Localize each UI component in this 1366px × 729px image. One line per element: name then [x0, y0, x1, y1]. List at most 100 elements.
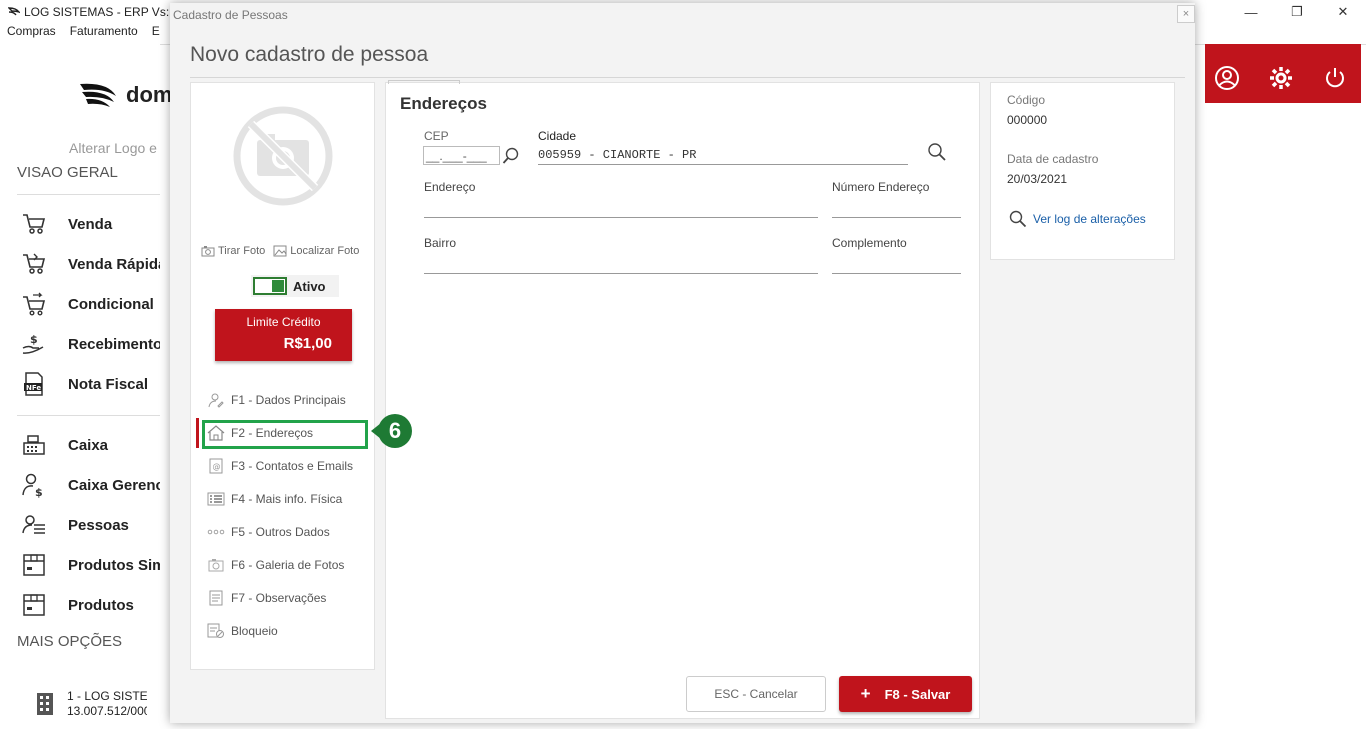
section-more: MAIS OPÇÕES [17, 633, 123, 650]
cidade-search-icon[interactable] [926, 141, 948, 163]
page-title: Novo cadastro de pessoa [190, 43, 429, 66]
nav-caixa-gerencial[interactable]: $ Caixa Gerencial [20, 472, 160, 498]
tab-mais-info[interactable]: F4 - Mais info. Física [207, 489, 342, 509]
user-money-icon: $ [20, 472, 48, 498]
data-cadastro-label: Data de cadastro [1007, 152, 1099, 166]
alter-logo-link[interactable]: Alterar Logo e [69, 140, 157, 156]
gear-icon[interactable] [1267, 64, 1295, 92]
codigo-label: Código [1007, 93, 1046, 107]
toggle-switch[interactable] [253, 277, 287, 295]
power-icon[interactable] [1321, 64, 1349, 92]
nav-pessoas[interactable]: Pessoas [20, 512, 160, 538]
plus-icon: + [860, 684, 871, 703]
tab-dados-principais[interactable]: F1 - Dados Principais [207, 390, 346, 410]
cidade-input[interactable]: 005959 - CIANORTE - PR [538, 148, 696, 162]
company-logo: dom [78, 80, 172, 110]
no-photo-icon[interactable] [233, 106, 333, 206]
restore-button[interactable]: ❐ [1274, 0, 1320, 24]
bairro-label: Bairro [424, 236, 457, 250]
company-doc: 13.007.512/0001 [67, 704, 147, 718]
close-button[interactable]: ✕ [1320, 0, 1366, 24]
menu-faturamento[interactable]: Faturamento [70, 24, 138, 42]
user-icon[interactable] [1213, 64, 1241, 92]
complemento-input[interactable] [832, 273, 961, 274]
status-label: Ativo [293, 278, 326, 294]
active-tab-indicator [196, 418, 199, 448]
modal-close-button[interactable]: × [1177, 5, 1195, 23]
nav-venda-rapida[interactable]: Venda Rápida [20, 251, 160, 277]
step-highlight-box [202, 420, 368, 449]
nav-condicional[interactable]: Condicional [20, 291, 160, 317]
cep-input[interactable]: __.___-___ [423, 146, 500, 165]
find-photo-label: Localizar Foto [290, 245, 360, 257]
nav-label: Caixa [68, 436, 109, 454]
nav-nota-fiscal[interactable]: NFe Nota Fiscal [20, 371, 160, 397]
photo-actions: Tirar Foto Localizar Foto [201, 245, 359, 257]
contact-icon: @ [207, 458, 225, 474]
tab-galeria[interactable]: F6 - Galeria de Fotos [207, 555, 344, 575]
menu-compras[interactable]: Compras [7, 24, 56, 42]
section-divider [17, 415, 160, 416]
menu-e[interactable]: E [152, 24, 160, 42]
tab-observacoes[interactable]: F7 - Observações [207, 588, 326, 608]
notes-icon [207, 590, 225, 606]
bairro-input[interactable] [424, 273, 818, 274]
step-number: 6 [388, 418, 402, 443]
cancel-button[interactable]: ESC - Cancelar [686, 676, 826, 712]
complemento-label: Complemento [832, 236, 907, 250]
search-icon [1009, 210, 1027, 228]
box-icon [20, 552, 48, 578]
tab-outros-dados[interactable]: F5 - Outros Dados [207, 522, 330, 542]
take-photo-button[interactable]: Tirar Foto [201, 245, 265, 257]
find-photo-button[interactable]: Localizar Foto [273, 245, 359, 257]
tab-label: F7 - Observações [231, 591, 327, 605]
save-button[interactable]: + F8 - Salvar [839, 676, 972, 712]
address-panel: Endereços CEP __.___-___ Cidade 005959 -… [385, 80, 980, 719]
take-photo-label: Tirar Foto [218, 245, 266, 257]
svg-text:$: $ [30, 333, 38, 346]
building-icon [37, 693, 53, 715]
numero-input[interactable] [832, 217, 961, 218]
logo-text: dom [126, 82, 173, 107]
nav-label: Pessoas [68, 516, 129, 534]
nav-caixa[interactable]: Caixa [20, 432, 160, 458]
cidade-underline [538, 164, 908, 165]
app-title-text: LOG SISTEMAS - ERP Vs: 4.2 [24, 5, 190, 19]
info-panel: Código 000000 Data de cadastro 20/03/202… [990, 82, 1175, 260]
log-link[interactable]: Ver log de alterações [1009, 210, 1146, 228]
panel-tab-edge [388, 80, 460, 84]
nav-produtos[interactable]: Produtos [20, 592, 160, 618]
logo-swoosh-icon [80, 83, 116, 107]
nav-label: Caixa Gerencial [68, 476, 160, 494]
tab-label: F6 - Galeria de Fotos [231, 558, 345, 572]
endereco-input[interactable] [424, 217, 818, 218]
tab-contatos[interactable]: @ F3 - Contatos e Emails [207, 456, 353, 476]
nav-recebimento[interactable]: $ Recebimento [20, 331, 160, 357]
nfe-icon: NFe [20, 371, 48, 397]
nav-label: Nota Fiscal [68, 375, 149, 393]
nav-venda[interactable]: Venda [20, 211, 160, 237]
cep-search-icon[interactable] [501, 146, 521, 166]
image-icon [273, 245, 287, 257]
camera-icon [207, 557, 225, 573]
status-toggle[interactable]: Ativo [251, 275, 339, 297]
svg-text:@: @ [213, 462, 221, 471]
section-divider [17, 194, 160, 195]
box-icon [20, 592, 48, 618]
tab-bloqueio[interactable]: Bloqueio [207, 621, 278, 641]
camera-icon [201, 246, 215, 257]
data-cadastro-value: 20/03/2021 [1007, 172, 1068, 186]
log-link-text: Ver log de alterações [1033, 212, 1146, 226]
endereco-label: Endereço [424, 180, 476, 194]
nav-produtos-simples[interactable]: Produtos Simples [20, 552, 160, 578]
credit-limit-card[interactable]: Limite Crédito R$1,00 [215, 309, 352, 361]
minimize-button[interactable]: — [1228, 0, 1274, 24]
money-hand-icon: $ [20, 331, 48, 357]
person-icon [207, 392, 225, 408]
credit-value: R$1,00 [283, 335, 332, 352]
company-text: 1 - LOG SISTEMAS 13.007.512/0001 [67, 689, 147, 719]
app-menubar: Compras Faturamento E [0, 24, 160, 42]
cart-swap-icon [20, 291, 48, 317]
nav-label: Venda [68, 215, 113, 233]
app-logo-icon [8, 7, 20, 16]
